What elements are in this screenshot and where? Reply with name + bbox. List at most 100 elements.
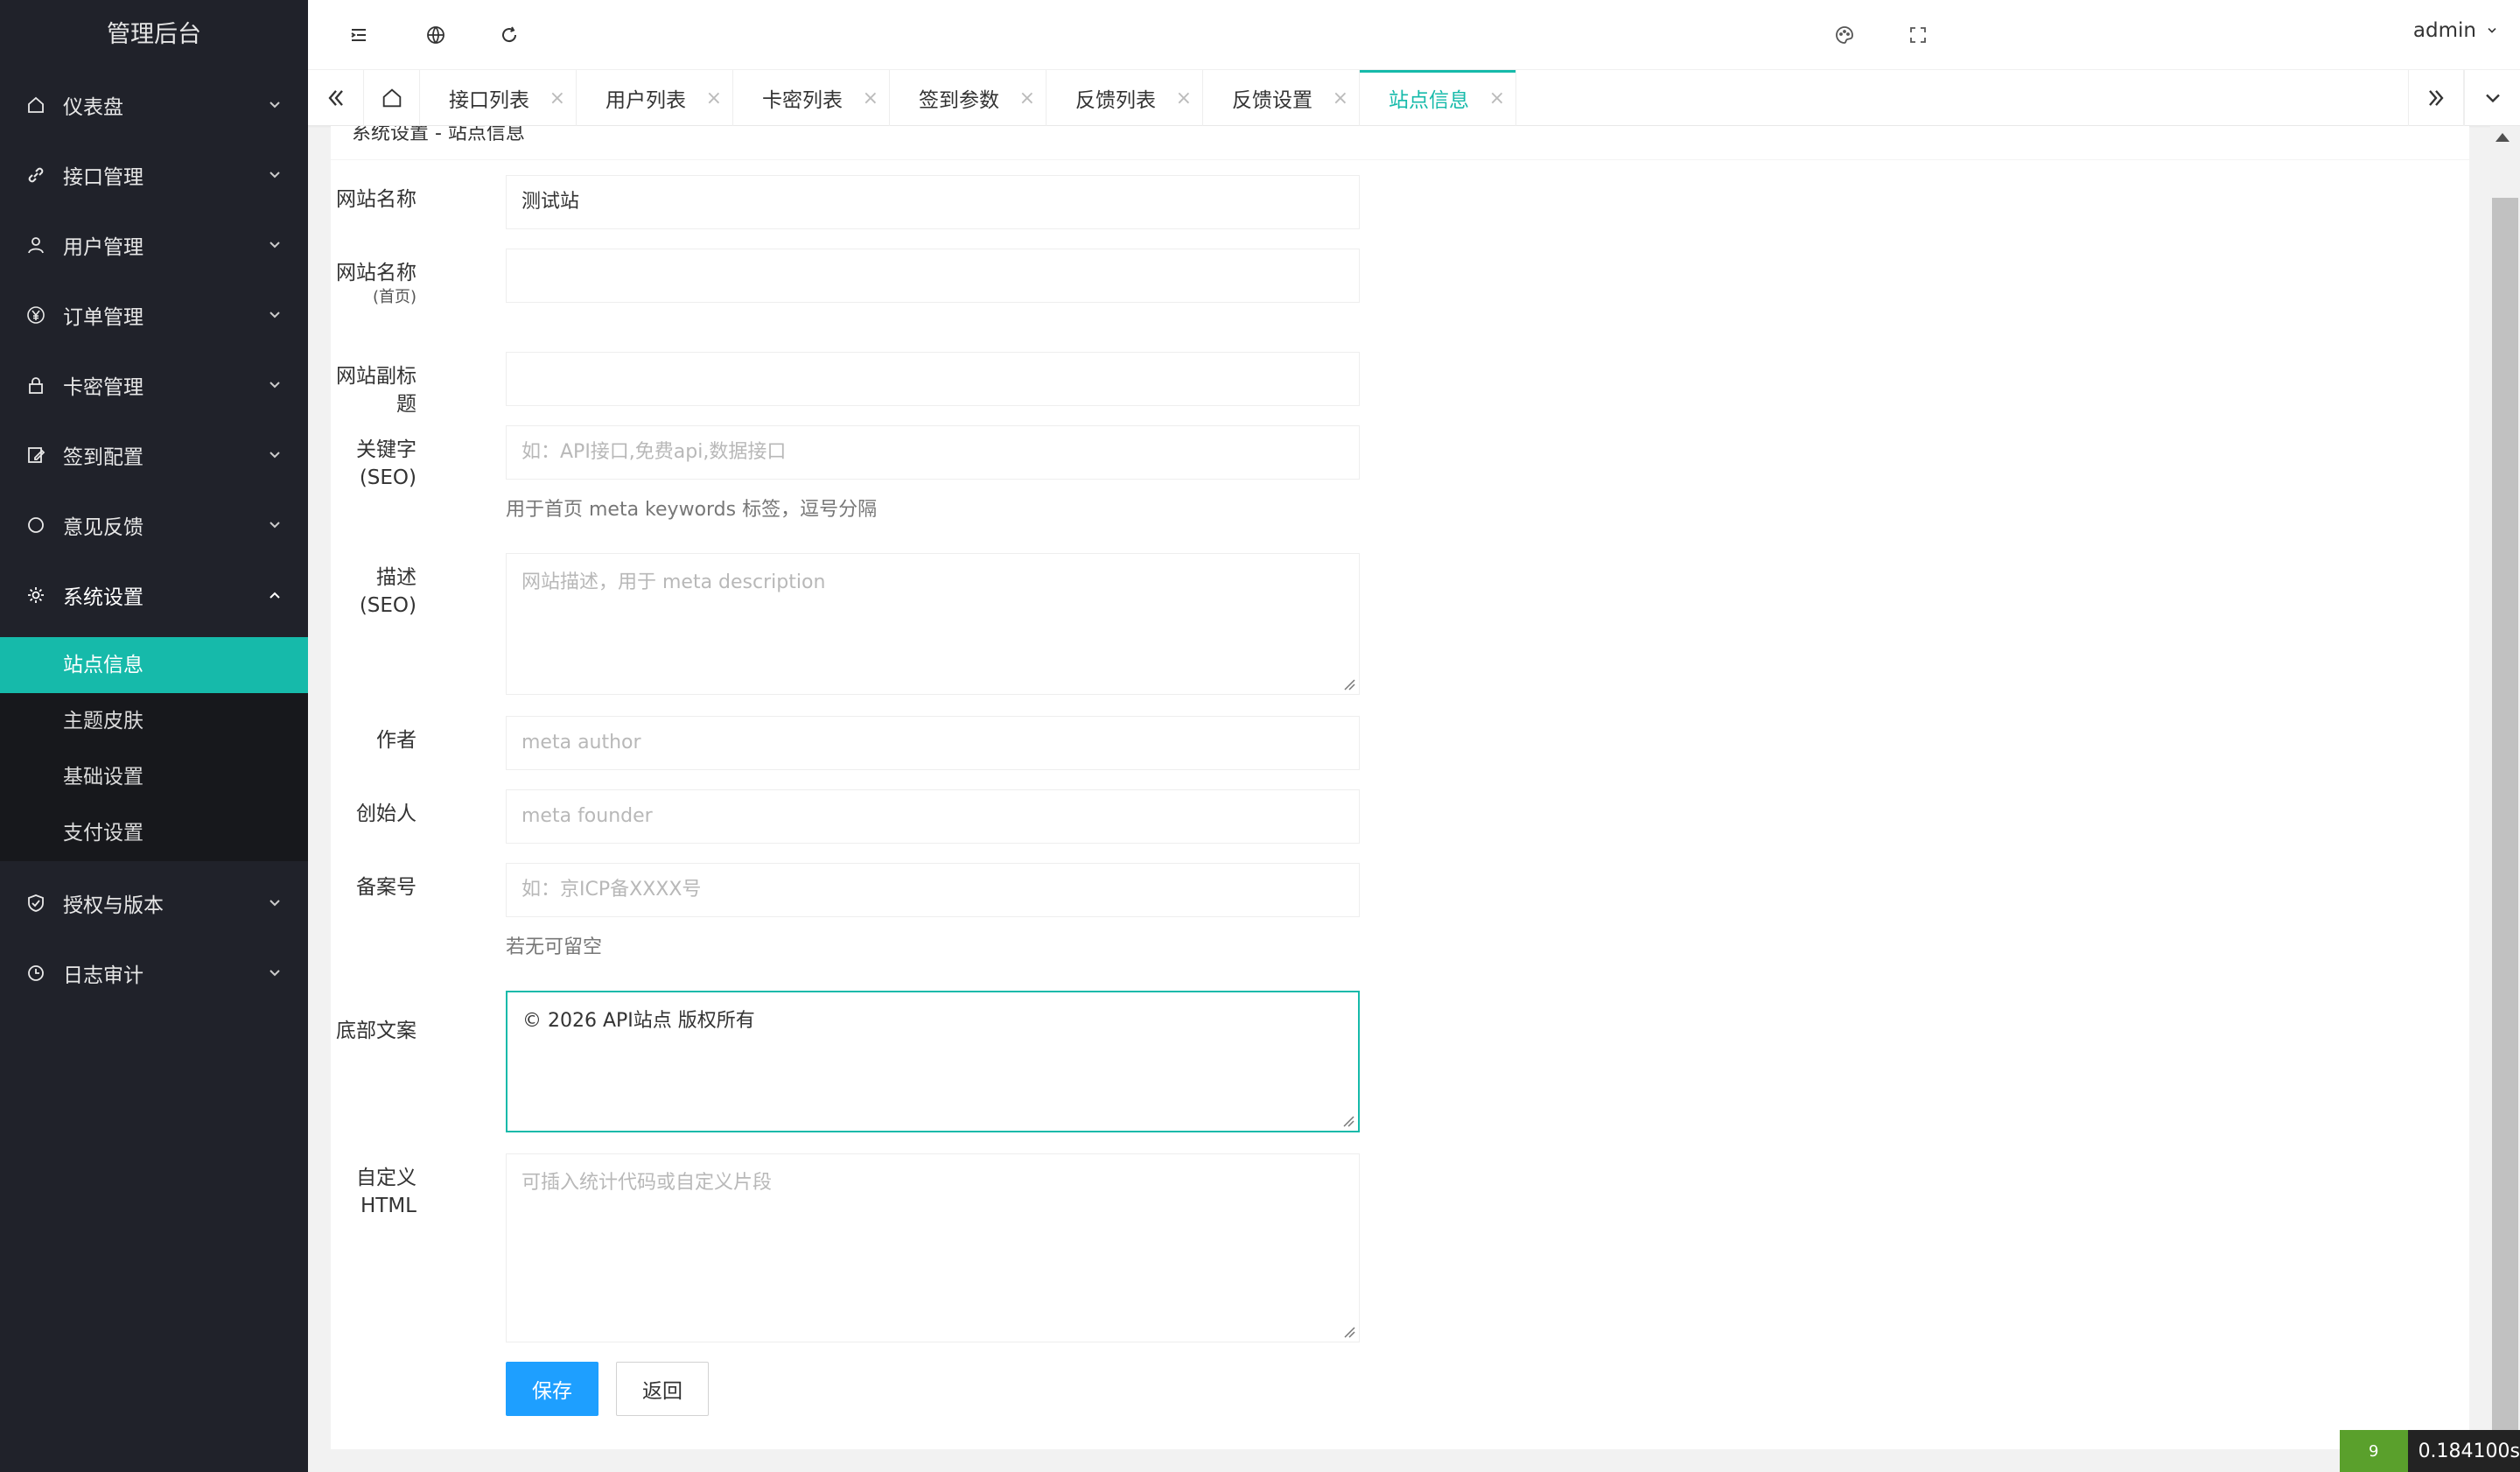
chevron-down-icon [270, 382, 280, 389]
lock-icon [26, 375, 46, 395]
site-name-input[interactable]: 测试站 [506, 175, 1360, 229]
debug-badge[interactable]: 9 0.184100s [2340, 1430, 2520, 1472]
tabs-menu-button[interactable] [2464, 70, 2520, 126]
tab-checkin-params[interactable]: 签到参数 × [890, 70, 1046, 126]
subtitle-label: 网站副标题 [336, 365, 416, 416]
tab-label: 接口列表 [449, 89, 529, 112]
tab-feedback-list[interactable]: 反馈列表 × [1046, 70, 1203, 126]
resize-grip-icon[interactable] [1341, 676, 1355, 690]
sidebar-item-label: 授权与版本 [63, 894, 164, 917]
sidebar-item-settings[interactable]: 系统设置 [0, 560, 308, 630]
founder-input[interactable]: meta founder [506, 789, 1360, 844]
back-button[interactable]: 返回 [616, 1362, 709, 1416]
refresh-button[interactable] [495, 21, 523, 49]
link-icon [26, 165, 46, 185]
tab-label: 卡密列表 [762, 89, 843, 112]
sidebar-subitem-payment[interactable]: 支付设置 [0, 805, 308, 861]
sidebar-item-api[interactable]: 接口管理 [0, 140, 308, 210]
resize-grip-icon[interactable] [1340, 1113, 1354, 1127]
scrollbar-thumb[interactable] [2492, 198, 2518, 1472]
settings-submenu: 站点信息 主题皮肤 基础设置 支付设置 [0, 637, 308, 861]
tab-site-info[interactable]: 站点信息 × [1360, 70, 1516, 126]
close-icon[interactable]: × [1176, 88, 1192, 109]
sidebar-item-users[interactable]: 用户管理 [0, 210, 308, 280]
sidebar-item-label: 仪表盘 [63, 96, 123, 119]
chevron-down-icon [270, 522, 280, 529]
chevron-down-icon [2485, 94, 2500, 103]
founder-label: 创始人 [356, 803, 416, 825]
close-icon[interactable]: × [1019, 88, 1035, 109]
circle-icon [26, 515, 46, 535]
icp-label: 备案号 [356, 876, 416, 899]
sidebar-item-cards[interactable]: 卡密管理 [0, 350, 308, 420]
fullscreen-button[interactable] [1904, 21, 1932, 49]
debug-time: 0.184100s [2418, 1440, 2520, 1462]
sidebar-subitem-site-info[interactable]: 站点信息 [0, 637, 308, 693]
tab-home[interactable] [364, 70, 420, 126]
home-icon [382, 88, 401, 108]
footer-textarea[interactable]: © 2026 API站点 版权所有 [506, 991, 1360, 1132]
resize-grip-icon[interactable] [1341, 1324, 1355, 1338]
close-icon[interactable]: × [863, 88, 878, 109]
tab-feedback-settings[interactable]: 反馈设置 × [1203, 70, 1360, 126]
tab-api-list[interactable]: 接口列表 × [420, 70, 577, 126]
chevron-down-icon [270, 312, 280, 319]
menu-fold-icon [351, 29, 366, 41]
sidebar-item-label: 接口管理 [63, 166, 144, 189]
fullscreen-icon [1910, 27, 1926, 43]
user-menu[interactable]: admin [2413, 19, 2499, 42]
save-button[interactable]: 保存 [506, 1362, 598, 1416]
icp-input[interactable]: 如：京ICP备XXXX号 [506, 863, 1360, 917]
menu-toggle-button[interactable] [345, 21, 373, 49]
description-textarea[interactable]: 网站描述，用于 meta description [506, 553, 1360, 695]
divider [331, 159, 2469, 160]
site-name-label: 网站名称 [336, 188, 416, 211]
sidebar-item-label: 意见反馈 [63, 516, 144, 539]
content-card: 系统设置 - 站点信息 网站名称 测试站 网站名称 (首页) 网站副标题 关键字(… [331, 126, 2469, 1449]
tab-card-list[interactable]: 卡密列表 × [733, 70, 890, 126]
double-chevron-right-icon [2429, 90, 2444, 106]
site-name-home-input[interactable] [506, 249, 1360, 303]
sidebar-item-label: 签到配置 [63, 446, 144, 469]
close-icon[interactable]: × [1333, 88, 1348, 109]
close-icon[interactable]: × [706, 88, 722, 109]
custom-html-textarea[interactable]: 可插入统计代码或自定义片段 [506, 1153, 1360, 1342]
theme-button[interactable] [1830, 21, 1858, 49]
double-chevron-left-icon [327, 90, 343, 106]
sidebar-item-feedback[interactable]: 意见反馈 [0, 490, 308, 560]
sidebar-subitem-theme[interactable]: 主题皮肤 [0, 693, 308, 749]
sidebar-item-orders[interactable]: 订单管理 [0, 280, 308, 350]
gear-icon [26, 585, 46, 605]
tab-user-list[interactable]: 用户列表 × [577, 70, 733, 126]
chevron-down-icon [270, 242, 280, 249]
author-input[interactable]: meta author [506, 716, 1360, 770]
tabs-scroll-left-button[interactable] [308, 70, 364, 126]
chevron-down-icon [270, 970, 280, 977]
close-icon[interactable]: × [550, 88, 565, 109]
sidebar-item-checkin[interactable]: 签到配置 [0, 420, 308, 490]
footer-value: © 2026 API站点 版权所有 [522, 1010, 755, 1032]
sidebar-item-logs[interactable]: 日志审计 [0, 938, 308, 1008]
edit-icon [26, 445, 46, 465]
tab-label: 站点信息 [1389, 89, 1469, 112]
scroll-up-arrow[interactable] [2496, 133, 2510, 142]
username: admin [2412, 19, 2476, 42]
sidebar-item-label: 卡密管理 [63, 376, 144, 399]
debug-logo-icon: 9 [2340, 1430, 2408, 1472]
tab-label: 反馈列表 [1075, 89, 1156, 112]
tabs-scroll-right-button[interactable] [2408, 70, 2464, 126]
chevron-down-icon [270, 172, 280, 179]
sidebar-item-license[interactable]: 授权与版本 [0, 868, 308, 938]
home-icon [26, 95, 46, 115]
sidebar-item-label: 用户管理 [63, 236, 144, 259]
sidebar-subitem-basic[interactable]: 基础设置 [0, 749, 308, 805]
sidebar-item-dashboard[interactable]: 仪表盘 [0, 70, 308, 140]
description-placeholder: 网站描述，用于 meta description [522, 571, 826, 593]
site-name-home-label: 网站名称 (首页) [336, 262, 416, 306]
top-header: admin [308, 0, 2520, 70]
keywords-input[interactable]: 如：API接口,免费api,数据接口 [506, 425, 1360, 480]
close-icon[interactable]: × [1489, 88, 1505, 109]
subtitle-input[interactable] [506, 352, 1360, 406]
tab-label: 反馈设置 [1232, 89, 1312, 112]
website-button[interactable] [422, 21, 450, 49]
